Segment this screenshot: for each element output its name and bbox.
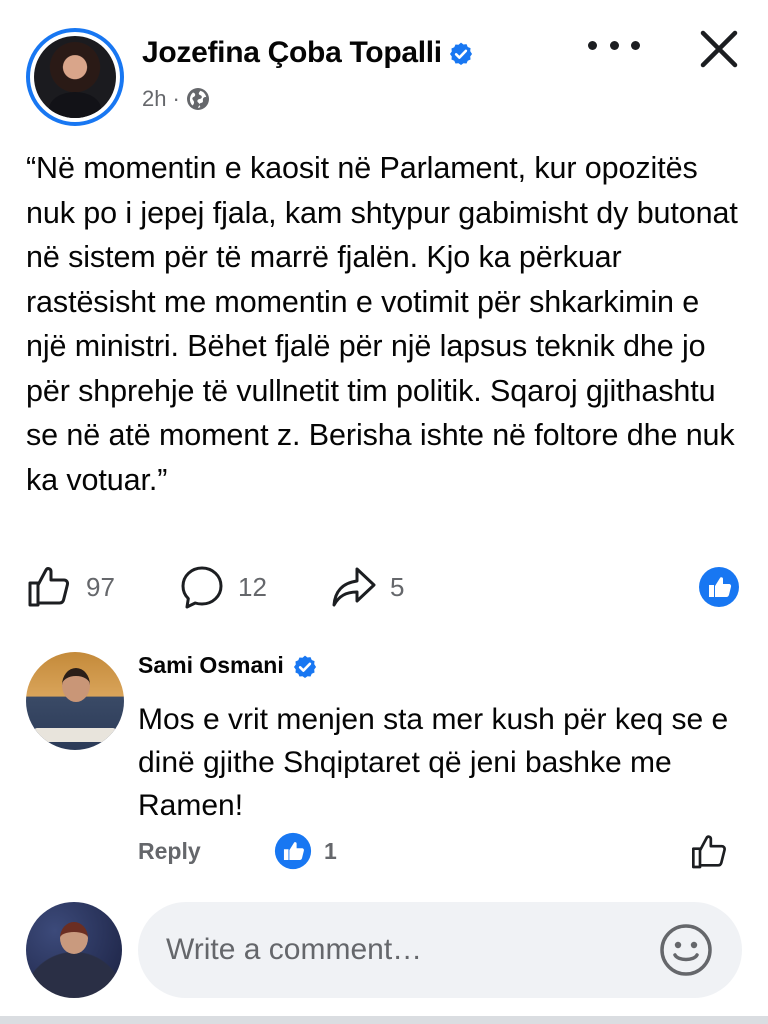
comment-bubble-icon: [181, 566, 223, 609]
comment-like-icon[interactable]: [690, 832, 730, 872]
comment-input-placeholder: Write a comment…: [166, 933, 423, 966]
post-time[interactable]: 2h: [142, 86, 166, 112]
comment-composer: Write a comment…: [0, 902, 768, 1000]
more-dots-icon: [588, 40, 597, 50]
current-user-avatar[interactable]: [26, 902, 122, 998]
author-avatar-photo: [34, 36, 116, 118]
current-user-head: [60, 922, 88, 954]
like-button[interactable]: 97: [26, 560, 115, 614]
post-header: Jozefina Çoba Topalli 2h ·: [0, 0, 768, 130]
share-arrow-icon: [332, 567, 376, 607]
bottom-divider: [0, 1016, 768, 1024]
author-avatar[interactable]: [26, 28, 124, 126]
like-count: 97: [86, 571, 115, 602]
post-meta: 2h ·: [142, 86, 210, 112]
share-count: 5: [390, 571, 405, 602]
smiley-icon[interactable]: [658, 922, 714, 978]
thumbs-up-icon: [28, 567, 70, 607]
verified-badge-icon: [449, 42, 472, 66]
close-icon[interactable]: [694, 24, 744, 74]
comment-input[interactable]: Write a comment…: [138, 902, 742, 998]
author-name[interactable]: Jozefina Çoba Topalli: [142, 36, 442, 69]
comment: Sami Osmani Mos e vrit menjen sta mer ku…: [0, 642, 768, 882]
verified-badge-icon: [293, 655, 316, 678]
share-button[interactable]: 5: [330, 560, 404, 614]
more-options-button[interactable]: [588, 30, 640, 60]
commenter-avatar[interactable]: [26, 652, 124, 750]
meta-separator: ·: [172, 86, 180, 111]
more-dot: [609, 40, 619, 50]
comment-reaction-count: 1: [324, 837, 337, 864]
comment-reaction-summary[interactable]: 1: [274, 832, 337, 870]
more-dot: [631, 40, 640, 50]
commenter-name-row: Sami Osmani: [138, 652, 318, 680]
post-action-row: 97 12 5: [26, 560, 742, 614]
reply-button[interactable]: Reply: [138, 838, 201, 865]
comment-text: Mos e vrit menjen sta mer kush për keq s…: [138, 703, 729, 822]
commenter-name[interactable]: Sami Osmani: [138, 652, 284, 678]
like-reaction-icon: [274, 832, 312, 870]
comment-actions: Reply 1: [0, 832, 768, 876]
comment-count: 12: [238, 571, 267, 602]
globe-icon: [186, 88, 209, 110]
commenter-head: [62, 668, 90, 702]
author-name-row: Jozefina Çoba Topalli: [142, 36, 474, 70]
comment-button[interactable]: 12: [178, 560, 267, 614]
post-text: “Në momentin e kaosit në Parlament, kur …: [26, 151, 738, 497]
commenter-desk: [34, 728, 116, 742]
like-reaction-icon[interactable]: [698, 566, 740, 608]
